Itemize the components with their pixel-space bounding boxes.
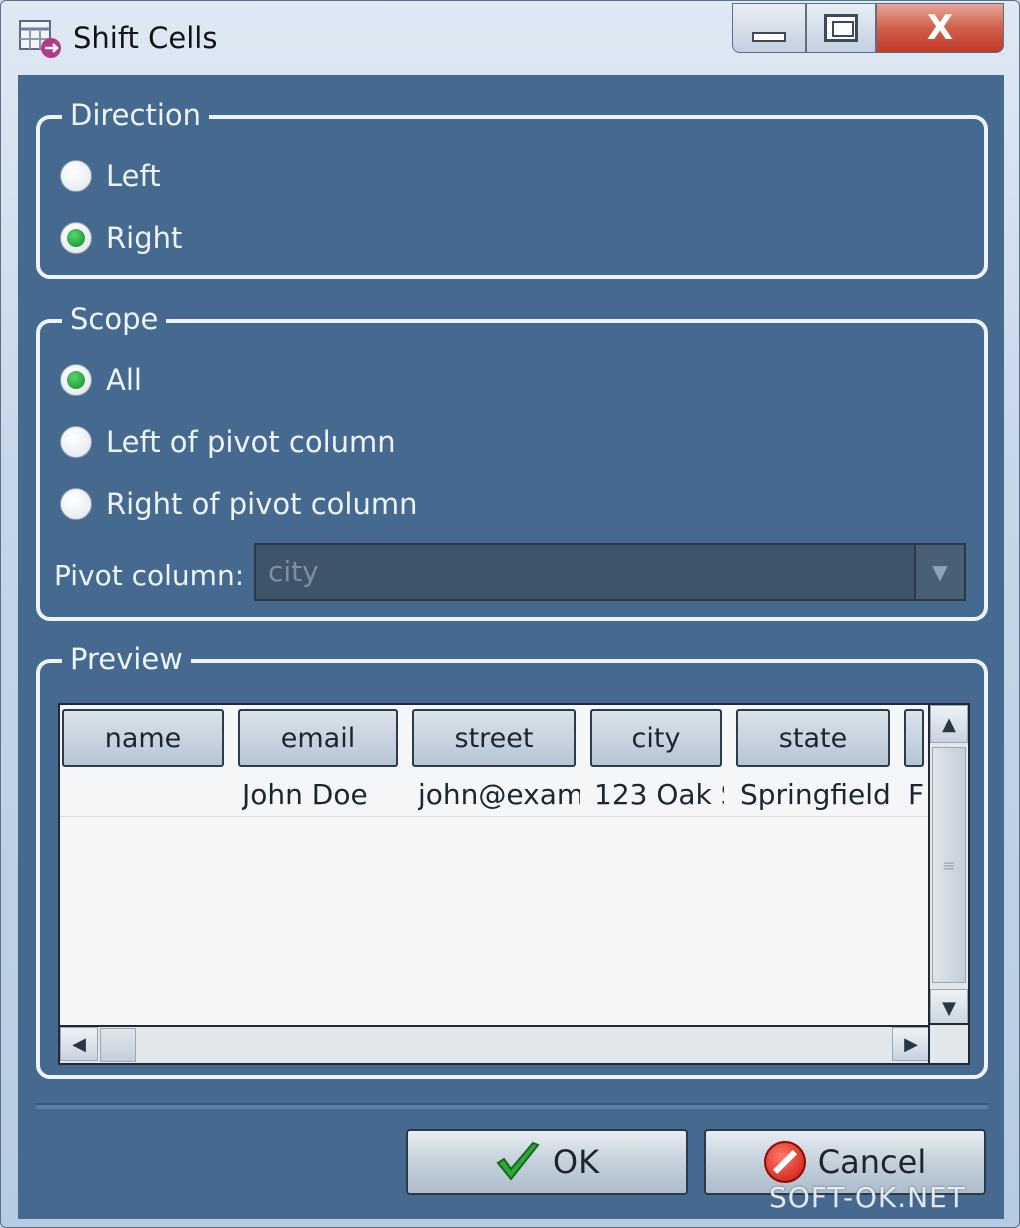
preview-group: Preview name email street city state Joh… xyxy=(36,641,988,1079)
column-header-email[interactable]: email xyxy=(238,709,398,767)
scroll-right-icon[interactable]: ▶ xyxy=(892,1027,930,1061)
vertical-scrollbar[interactable]: ▲ ≡ ▼ xyxy=(928,705,968,1027)
radio-right-of-pivot[interactable]: Right of pivot column xyxy=(60,487,417,521)
scroll-up-icon[interactable]: ▲ xyxy=(930,705,968,743)
ok-button[interactable]: OK xyxy=(406,1129,688,1195)
radio-left-of-pivot[interactable]: Left of pivot column xyxy=(60,425,396,459)
table-cell: 123 Oak S xyxy=(594,778,724,811)
pivot-column-label: Pivot column: xyxy=(54,559,245,592)
watermark-logo: SOFT-OK.NET xyxy=(769,1181,966,1214)
pivot-column-select[interactable]: city ▼ xyxy=(254,543,966,601)
window-title: Shift Cells xyxy=(73,21,218,55)
radio-left-of-pivot-label: Left of pivot column xyxy=(106,425,396,459)
dialog-client-area: Direction Left Right Scope All Left of p… xyxy=(18,75,1004,1219)
column-header-name[interactable]: name xyxy=(62,709,224,767)
window-controls: X xyxy=(732,3,1004,53)
direction-legend: Direction xyxy=(62,97,210,133)
column-header-city[interactable]: city xyxy=(590,709,722,767)
radio-selected-dot xyxy=(67,371,85,389)
direction-group: Direction Left Right xyxy=(36,97,988,279)
checkmark-icon xyxy=(495,1141,541,1183)
radio-left[interactable]: Left xyxy=(60,159,161,193)
radio-selected-dot xyxy=(67,229,85,247)
chevron-down-icon[interactable]: ▼ xyxy=(914,545,964,599)
radio-left-label: Left xyxy=(106,159,161,193)
radio-right-label: Right xyxy=(106,221,183,255)
maximize-icon xyxy=(824,14,858,42)
radio-all[interactable]: All xyxy=(60,363,142,397)
preview-legend: Preview xyxy=(62,641,191,677)
minimize-icon xyxy=(752,32,786,42)
radio-right-indicator[interactable] xyxy=(60,222,92,254)
radio-left-indicator[interactable] xyxy=(60,160,92,192)
app-icon xyxy=(19,20,61,58)
vertical-scroll-thumb[interactable]: ≡ xyxy=(932,747,966,983)
scrollbar-corner xyxy=(928,1023,968,1063)
table-header: name email street city state xyxy=(62,709,938,769)
table-cell: John Doe xyxy=(242,778,368,811)
preview-table[interactable]: name email street city state John Doe jo… xyxy=(58,703,970,1065)
pivot-column-value: city xyxy=(268,555,319,588)
column-header-state[interactable]: state xyxy=(736,709,890,767)
scroll-down-icon[interactable]: ▼ xyxy=(930,989,968,1027)
separator xyxy=(36,1103,988,1109)
horizontal-scrollbar[interactable]: ◀ ▶ xyxy=(60,1025,930,1063)
column-header-partial[interactable] xyxy=(904,709,924,767)
dialog-window: Shift Cells X Direction Left Right Scope xyxy=(0,0,1020,1228)
table-cell xyxy=(64,775,224,815)
title-bar[interactable]: Shift Cells X xyxy=(1,1,1019,75)
maximize-button[interactable] xyxy=(806,3,876,53)
column-header-street[interactable]: street xyxy=(412,709,576,767)
table-cell: Springfield xyxy=(740,778,891,811)
scope-legend: Scope xyxy=(62,301,167,337)
radio-right-of-pivot-label: Right of pivot column xyxy=(106,487,418,521)
table-cell: F xyxy=(908,778,925,811)
horizontal-scroll-thumb[interactable] xyxy=(100,1028,136,1062)
radio-all-label: All xyxy=(106,363,142,397)
cancel-icon xyxy=(763,1141,806,1183)
minimize-button[interactable] xyxy=(732,3,806,53)
radio-right-of-pivot-indicator[interactable] xyxy=(60,488,92,520)
radio-right[interactable]: Right xyxy=(60,221,182,255)
cancel-button-label: Cancel xyxy=(817,1143,927,1181)
ok-button-label: OK xyxy=(552,1143,600,1181)
radio-left-of-pivot-indicator[interactable] xyxy=(60,426,92,458)
close-icon: X xyxy=(926,8,954,48)
radio-all-indicator[interactable] xyxy=(60,364,92,396)
table-cell: john@exam xyxy=(418,778,580,811)
table-row[interactable]: John Doe john@exam 123 Oak S Springfield… xyxy=(60,775,930,817)
scroll-left-icon[interactable]: ◀ xyxy=(60,1027,98,1061)
close-button[interactable]: X xyxy=(876,3,1004,53)
